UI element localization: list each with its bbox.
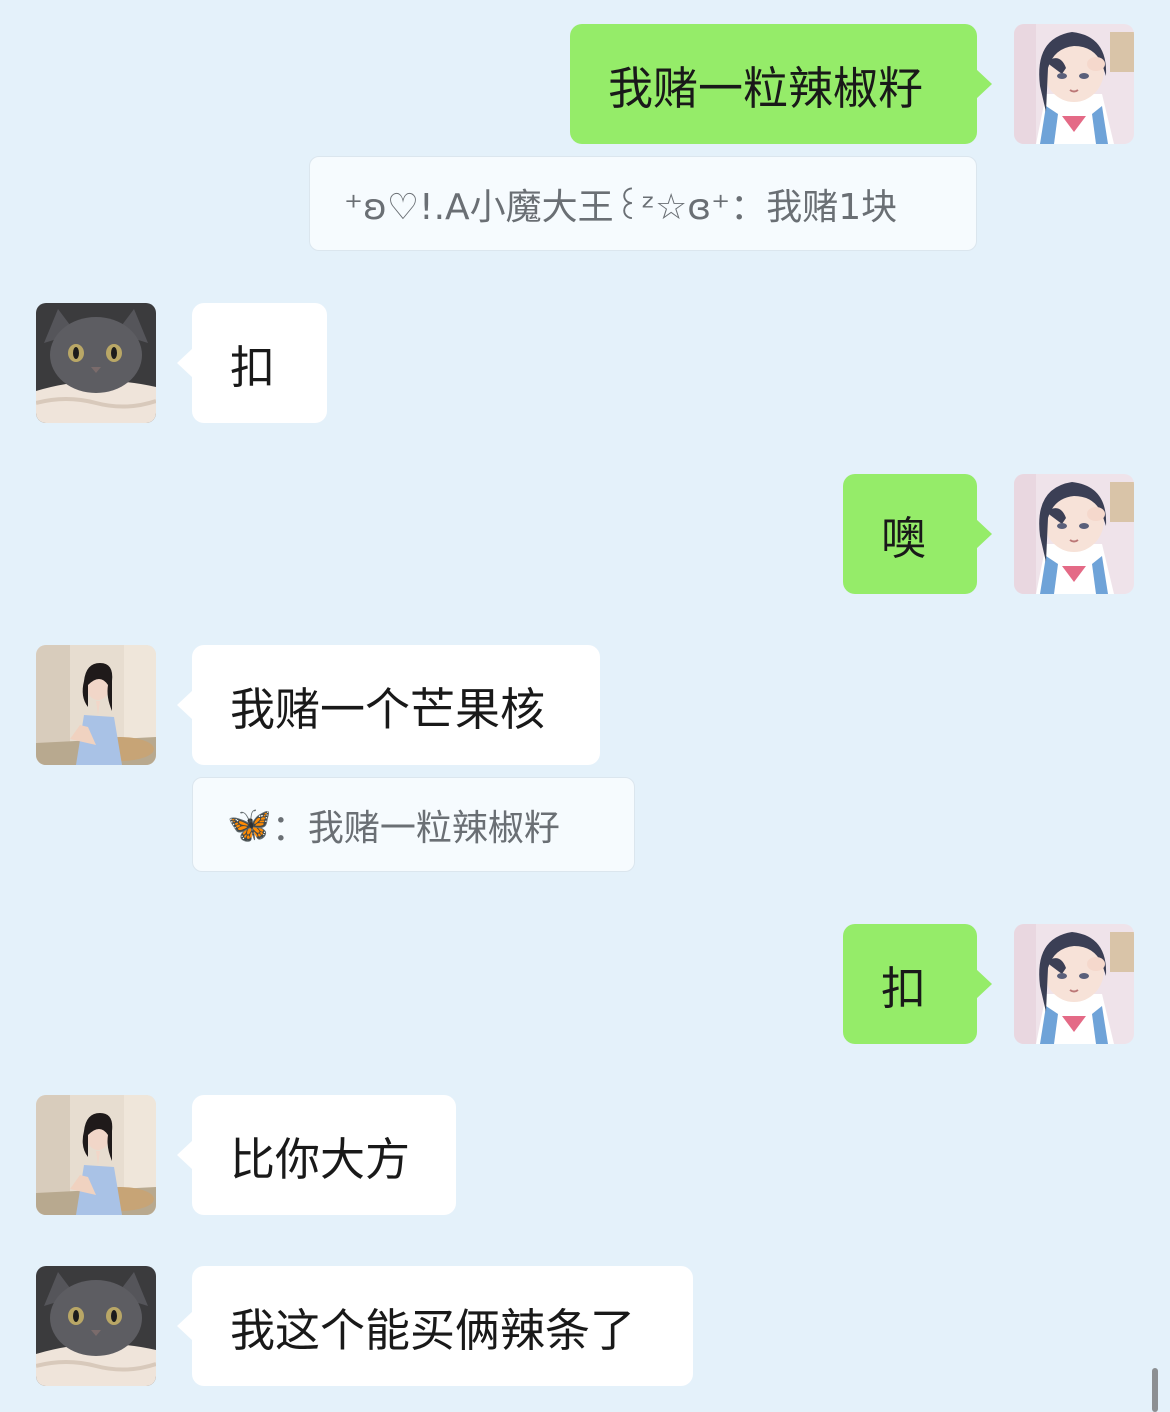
message-text: 我赌一个芒果核 xyxy=(230,682,546,736)
message-bubble[interactable]: 噢 xyxy=(843,474,992,594)
message-bubble[interactable]: 我赌一个芒果核 xyxy=(177,645,600,765)
message-bubble[interactable]: 扣 xyxy=(843,924,992,1044)
quote-separator: ： xyxy=(271,807,308,849)
quoted-reply[interactable]: ⁺ʚ♡!.A小魔大王꒰ᶻ☆ɞ⁺：我赌1块 xyxy=(309,156,977,251)
message-text: 我赌一粒辣椒籽 xyxy=(608,61,924,115)
message-text: 扣 xyxy=(881,961,927,1015)
anime-girl-avatar[interactable] xyxy=(1014,924,1134,1044)
woman-photo-avatar[interactable] xyxy=(36,1095,156,1215)
message-bubble[interactable]: 我赌一粒辣椒籽 xyxy=(570,24,992,144)
message-text: 比你大方 xyxy=(230,1132,411,1186)
message-bubble[interactable]: 比你大方 xyxy=(177,1095,456,1215)
quote-text: 我赌一粒辣椒籽 xyxy=(307,807,560,849)
quoted-reply[interactable]: 🦋：我赌一粒辣椒籽 xyxy=(192,777,635,872)
message-bubble[interactable]: 扣 xyxy=(177,303,327,423)
anime-girl-avatar[interactable] xyxy=(1014,24,1134,144)
message-text: 扣 xyxy=(230,340,276,394)
gray-cat-avatar[interactable] xyxy=(36,1266,156,1386)
quote-separator: ： xyxy=(730,186,767,228)
message-text: 噢 xyxy=(881,511,927,565)
quote-text: 我赌1块 xyxy=(766,186,898,228)
anime-girl-avatar[interactable] xyxy=(1014,474,1134,594)
message-bubble[interactable]: 我这个能买俩辣条了 xyxy=(177,1266,693,1386)
message-text: 我这个能买俩辣条了 xyxy=(230,1303,636,1357)
scrollbar-thumb[interactable] xyxy=(1152,1368,1158,1412)
woman-photo-avatar[interactable] xyxy=(36,645,156,765)
quote-author: 🦋 xyxy=(227,804,272,846)
gray-cat-avatar[interactable] xyxy=(36,303,156,423)
quote-author: ⁺ʚ♡!.A小魔大王꒰ᶻ☆ɞ⁺ xyxy=(344,186,731,228)
